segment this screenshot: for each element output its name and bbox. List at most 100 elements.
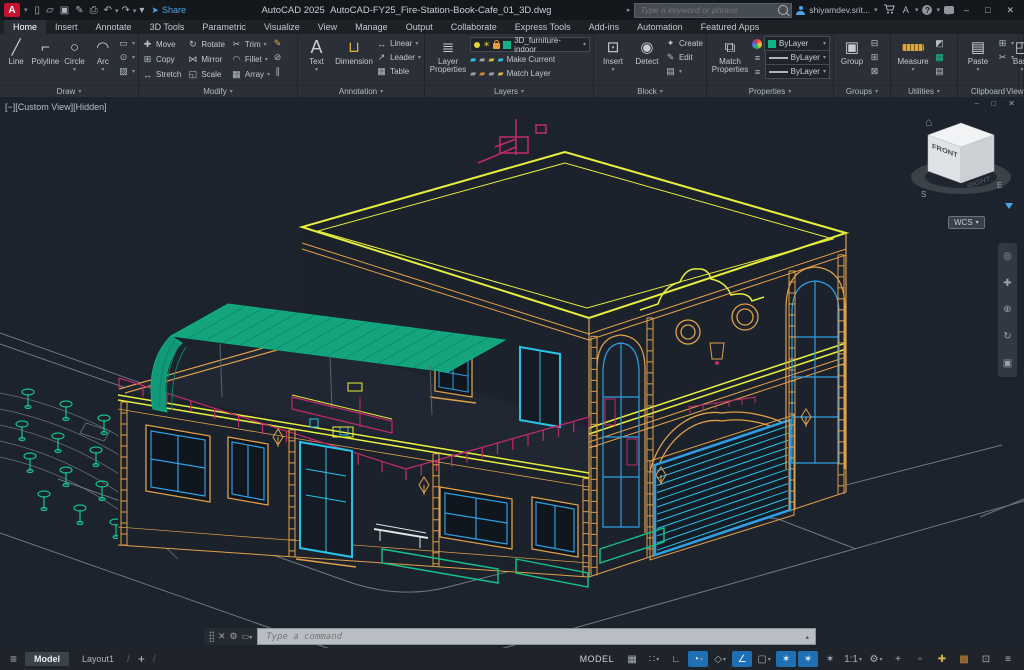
ellipse-button[interactable]: ⊙ ▾ [118, 51, 135, 64]
annotation-autoscale-icon[interactable]: ✶ [798, 651, 819, 667]
model-space-toggle[interactable]: MODEL [574, 654, 621, 664]
save-as-icon[interactable]: ✎ [72, 5, 86, 16]
layout-menu-icon[interactable]: ≡ [6, 652, 21, 666]
table-button[interactable]: ▦ Table [376, 65, 421, 78]
ribbon-tab-insert[interactable]: Insert [46, 20, 87, 34]
ribbon-tab-manage[interactable]: Manage [346, 20, 397, 34]
erase-button[interactable]: ✎ [272, 37, 283, 50]
command-customize-wrench-icon[interactable]: ⚙ [230, 631, 238, 642]
object-color-dropdown[interactable]: ByLayer ▾ [764, 36, 830, 51]
workspace-icon[interactable]: ⚙ ▾ [866, 651, 886, 667]
feedback-chat-icon[interactable] [944, 6, 954, 15]
ribbon-tab-annotate[interactable]: Annotate [87, 20, 141, 34]
ribbon-tab-collaborate[interactable]: Collaborate [442, 20, 506, 34]
ortho-icon[interactable]: ∟ [666, 651, 686, 667]
new-layout-button[interactable]: + [134, 652, 149, 666]
line-button[interactable]: ╱ Line [3, 36, 29, 66]
layers-panel-label[interactable]: Layers ▾ [425, 85, 593, 97]
layer-properties-button[interactable]: ≣ Layer Properties [428, 36, 468, 75]
linear-button[interactable]: ↔ Linear ▾ [376, 37, 421, 50]
text-button[interactable]: A Text ▾ [301, 36, 332, 74]
annotation-visibility-icon[interactable]: ✶ [776, 651, 797, 667]
move-button[interactable]: ✚ Move [142, 38, 181, 51]
plus-icon[interactable]: + [888, 651, 908, 667]
search-input[interactable] [638, 4, 779, 16]
search-icon[interactable] [778, 5, 789, 15]
ribbon-tab-featured-apps[interactable]: Featured Apps [692, 20, 769, 34]
autodesk-account-icon[interactable]: A [901, 5, 911, 16]
help-caret-icon[interactable]: ▾ [936, 6, 940, 14]
groups-panel-label[interactable]: Groups ▾ [834, 85, 890, 97]
fillet-button[interactable]: ◠ Fillet ▾ [231, 53, 270, 66]
model-tab[interactable]: Model [25, 652, 70, 666]
polar-tracking-icon[interactable]: ◔ ▾ [688, 651, 709, 667]
ribbon-tab-home[interactable]: Home [4, 20, 47, 34]
arc-button[interactable]: ◠ Arc ▾ [90, 36, 116, 73]
save-icon[interactable]: ▣ [57, 5, 72, 16]
ribbon-tab-add-ins[interactable]: Add-ins [580, 20, 629, 34]
open-folder-icon[interactable]: ▱ [43, 5, 57, 16]
copy-button[interactable]: ⊞ Copy [142, 53, 181, 66]
block-panel-label[interactable]: Block ▾ [594, 85, 706, 97]
wcs-dropdown[interactable]: WCS ▾ [948, 216, 985, 229]
polyline-button[interactable]: ⌐ Polyline [31, 36, 59, 66]
new-file-icon[interactable]: ▯ [32, 5, 44, 16]
match-layer-row[interactable]: ▰ ▰ ▰ ▰ Match Layer [470, 67, 590, 80]
showmotion-icon[interactable]: ▣ [1003, 358, 1012, 369]
ribbon-tab-view[interactable]: View [309, 20, 346, 34]
maximize-button[interactable]: □ [979, 5, 996, 15]
annotation-panel-label[interactable]: Annotation ▾ [298, 85, 424, 97]
ribbon-tab-parametric[interactable]: Parametric [193, 20, 255, 34]
array-button[interactable]: ▦ Array ▾ [231, 68, 270, 81]
copy-clip-button[interactable]: ⊞ ▾ [997, 37, 1014, 50]
undo-icon[interactable]: ↶ [101, 5, 115, 16]
lineweight-dropdown[interactable]: ByLayer ▾ [765, 50, 830, 65]
osnap-tracking-icon[interactable]: ∠ [732, 651, 753, 667]
linetype-dropdown[interactable]: ByLayer ▾ [765, 64, 830, 79]
create-block-button[interactable]: ✦ Create [665, 37, 703, 50]
app-menu-caret-icon[interactable]: ▾ [24, 6, 28, 14]
mirror-button[interactable]: ⋈ Mirror [187, 53, 225, 66]
viewport-controls-label[interactable]: [−][Custom View][Hidden] [5, 102, 107, 112]
navigation-bar[interactable]: ◎ ✚ ⊕ ↻ ▣ [998, 243, 1017, 377]
ribbon-tab-3d-tools[interactable]: 3D Tools [141, 20, 194, 34]
rotate-button[interactable]: ↻ Rotate [187, 38, 225, 51]
help-icon[interactable]: ? [922, 5, 933, 15]
command-history-caret-icon[interactable]: ▴ [805, 633, 809, 641]
user-name[interactable]: shiyamdev.srit... [809, 5, 870, 15]
offset-button[interactable]: ∥ [272, 65, 283, 78]
ribbon-tab-express-tools[interactable]: Express Tools [506, 20, 580, 34]
quick-calc-button[interactable]: ▦ [934, 51, 945, 64]
viewcube-home-icon[interactable]: ⌂ [925, 115, 932, 129]
plot-icon[interactable]: ⎙ [87, 5, 101, 16]
ribbon-tab-automation[interactable]: Automation [628, 20, 692, 34]
clean-screen-icon[interactable]: ⊡ [976, 651, 996, 667]
make-current-row[interactable]: ▰ ▰ ▰ ▰ Make Current [470, 53, 590, 66]
insert-button[interactable]: ⊡ Insert ▾ [597, 36, 629, 73]
paste-button[interactable]: ▤ Paste ▾ [961, 36, 995, 73]
drawing-viewport[interactable]: [−][Custom View][Hidden] – □ ✕ ⌂ S E FRO… [0, 97, 1024, 648]
orbit-icon[interactable]: ↻ [1003, 331, 1011, 342]
modify-panel-label[interactable]: Modify ▾ [139, 85, 297, 97]
user-menu-caret-icon[interactable]: ▾ [874, 6, 878, 14]
autocad-logo-icon[interactable]: A [4, 3, 20, 17]
close-button[interactable]: ✕ [1000, 5, 1020, 16]
utilities-panel-label[interactable]: Utilities ▾ [891, 85, 957, 97]
measure-button[interactable]: Measure ▾ [894, 36, 932, 73]
search-expand-icon[interactable]: ▸ [627, 6, 631, 14]
isolate-objects-icon[interactable]: ✚ [932, 651, 952, 667]
explode-button[interactable]: ⊘ [272, 51, 283, 64]
command-close-icon[interactable]: ✕ [218, 631, 226, 642]
cut-clip-button[interactable]: ✂ ▾ [997, 51, 1014, 64]
command-input[interactable] [264, 630, 806, 643]
pan-icon[interactable]: ✚ [1003, 278, 1011, 289]
share-button[interactable]: ➤ Share [151, 5, 186, 16]
group-button[interactable]: ▣ Group [837, 36, 867, 66]
customize-icon[interactable]: ≡ [998, 651, 1018, 667]
ungroup-button[interactable]: ⊟ [869, 37, 880, 50]
annotation-scale-icon[interactable]: ✶ [820, 651, 840, 667]
scale-button[interactable]: ◱ Scale [187, 68, 225, 81]
recent-commands-icon[interactable]: ▭▾ [242, 632, 253, 641]
layer-dropdown[interactable]: ☀ 3D_furniture-indoor ▾ [470, 36, 590, 54]
dimension-button[interactable]: ⊔ Dimension [334, 36, 374, 66]
